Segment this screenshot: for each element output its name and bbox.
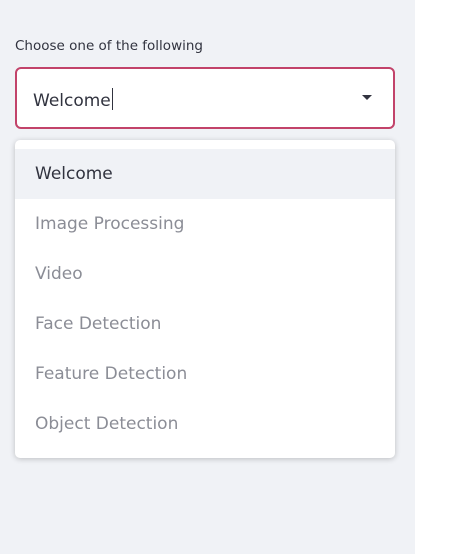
- select-current-value[interactable]: Welcome: [33, 88, 114, 111]
- dropdown-menu: Welcome Image Processing Video Face Dete…: [15, 140, 395, 458]
- select-label: Choose one of the following: [15, 38, 203, 54]
- menu-item-face-detection[interactable]: Face Detection: [15, 299, 395, 349]
- menu-item-video[interactable]: Video: [15, 249, 395, 299]
- menu-item-image-processing[interactable]: Image Processing: [15, 199, 395, 249]
- sidebar: Choose one of the following Welcome Welc…: [0, 0, 415, 554]
- menu-item-feature-detection[interactable]: Feature Detection: [15, 349, 395, 399]
- option-select[interactable]: Welcome: [15, 67, 395, 129]
- menu-item-welcome[interactable]: Welcome: [15, 149, 395, 199]
- chevron-down-icon[interactable]: [362, 95, 372, 100]
- menu-item-object-detection[interactable]: Object Detection: [15, 399, 395, 449]
- text-cursor: [111, 88, 114, 110]
